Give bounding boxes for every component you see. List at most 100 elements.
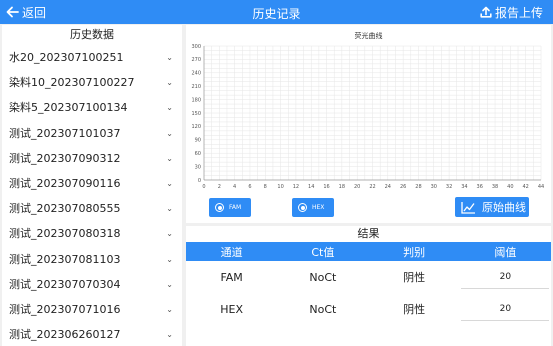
column-header-verdict: 判别: [368, 242, 460, 261]
x-tick-label: 42: [522, 184, 528, 190]
chevron-down-icon: ⌄: [166, 304, 173, 314]
chevron-down-icon: ⌄: [166, 178, 173, 188]
table-row: FAM NoCt 阴性: [186, 261, 551, 293]
list-item-label: 测试_202307080318: [9, 227, 121, 241]
x-tick-label: 10: [277, 184, 283, 190]
y-tick-label: 60: [195, 151, 201, 157]
results-table: 通道 Ct值 判别 阈值 FAM NoCt 阴性 HEX NoCt 阴性: [186, 242, 551, 325]
threshold-cell: [460, 261, 551, 293]
list-item[interactable]: 测试_202307090312 ⌄: [2, 146, 182, 171]
list-item[interactable]: 测试_202307080555 ⌄: [2, 196, 182, 221]
list-item[interactable]: 测试_202307071016 ⌄: [2, 297, 182, 322]
y-tick-label: 270: [191, 57, 201, 63]
x-tick-label: 18: [339, 184, 345, 190]
threshold-input[interactable]: [461, 265, 550, 289]
list-item-label: 染料5_202307100134: [9, 101, 128, 115]
verdict-cell: 阴性: [403, 303, 426, 316]
x-tick-label: 32: [446, 184, 452, 190]
threshold-input[interactable]: [461, 297, 550, 321]
y-tick-label: 90: [195, 138, 201, 144]
x-axis-ticks: 0 2 4 6 8 10 12 14 16 18 20 22 24 26 28 30 32 34 36 38 40 42 4…: [202, 184, 544, 190]
list-item[interactable]: 测试_202307101037 ⌄: [2, 121, 182, 146]
list-item[interactable]: 测试_202307070304 ⌄: [2, 272, 182, 297]
fam-channel-toggle[interactable]: FAM: [209, 198, 251, 217]
chevron-down-icon: ⌄: [166, 128, 173, 138]
ct-cell: NoCt: [309, 302, 337, 316]
list-item-label: 测试_202307071016: [9, 302, 121, 316]
line-chart-icon: [461, 201, 475, 214]
chart-panel: 荧光曲线 0 30 60 90 120 150 180 210 240 270 300 024681…: [186, 25, 551, 223]
list-item-label: 测试_202307070304: [9, 277, 121, 291]
column-header-threshold: 阈值: [459, 242, 551, 261]
list-item[interactable]: 测试_202306260127 ⌄: [2, 322, 182, 346]
top-bar: 返回 历史记录 报告上传: [0, 0, 553, 24]
x-tick-label: 30: [431, 184, 437, 190]
upload-icon: [480, 6, 492, 18]
y-tick-label: 120: [191, 124, 201, 130]
results-panel: 结果 通道 Ct值 判别 阈值 FAM NoCt 阴性 HEX NoCt 阴性: [186, 226, 551, 346]
y-tick-label: 0: [198, 178, 201, 184]
x-tick-label: 24: [385, 184, 391, 190]
back-arrow-icon: [6, 6, 19, 18]
list-item[interactable]: 测试_202307090116 ⌄: [2, 171, 182, 196]
history-list: 水20_202307100251 ⌄ 染料10_202307100227 ⌄ 染料5…: [2, 45, 182, 346]
list-item-label: 测试_202307090312: [9, 151, 121, 165]
raw-curve-button[interactable]: 原始曲线: [455, 197, 529, 217]
sidebar-title: 历史数据: [70, 28, 114, 41]
chart-grid: [203, 45, 542, 181]
hex-channel-label: HEX: [312, 204, 325, 211]
y-tick-label: 240: [191, 71, 201, 77]
page-title: 历史记录: [252, 7, 301, 21]
list-item-label: 测试_202307080555: [9, 202, 121, 216]
x-tick-label: 16: [323, 184, 329, 190]
x-tick-label: 4: [233, 184, 236, 190]
list-item[interactable]: 测试_202307080318 ⌄: [2, 221, 182, 246]
column-header-channel: 通道: [186, 242, 278, 261]
column-header-ct: Ct值: [277, 242, 369, 261]
verdict-cell: 阴性: [403, 271, 426, 284]
chevron-down-icon: ⌄: [166, 330, 173, 340]
y-tick-label: 210: [191, 84, 201, 90]
y-axis-ticks: 0 30 60 90 120 150 180 210 240 270 300: [191, 44, 201, 184]
x-tick-label: 0: [202, 184, 205, 190]
chevron-down-icon: ⌄: [166, 78, 173, 88]
y-tick-label: 30: [195, 164, 201, 170]
list-item[interactable]: 测试_202307081103 ⌄: [2, 247, 182, 272]
chevron-down-icon: ⌄: [166, 53, 173, 62]
list-item-label: 测试_202307081103: [9, 252, 121, 266]
radio-selected-icon: [215, 203, 224, 212]
report-upload-button[interactable]: 报告上传: [480, 3, 543, 21]
x-tick-label: 14: [308, 184, 314, 190]
list-item[interactable]: 染料5_202307100134 ⌄: [2, 95, 182, 120]
hex-channel-toggle[interactable]: HEX: [292, 198, 334, 217]
results-header-row: 通道 Ct值 判别 阈值: [186, 242, 551, 261]
x-tick-label: 20: [354, 184, 360, 190]
threshold-cell: [460, 293, 551, 325]
chevron-down-icon: ⌄: [166, 229, 173, 239]
fluorescence-chart: 0306090120150180210240270300 0 2 4 6 8 10 12 14…: [191, 44, 544, 190]
y-tick-label: 150: [191, 111, 201, 117]
x-tick-label: 8: [264, 184, 267, 190]
list-item[interactable]: 水20_202307100251 ⌄: [2, 45, 182, 70]
results-title: 结果: [357, 227, 380, 240]
x-tick-label: 34: [461, 184, 467, 190]
channel-cell: HEX: [220, 302, 243, 316]
list-item-label: 测试_202307101037: [9, 126, 121, 140]
x-tick-label: 12: [293, 184, 299, 190]
upload-label: 报告上传: [494, 5, 543, 20]
raw-curve-label: 原始曲线: [482, 201, 526, 214]
list-item[interactable]: 染料10_202307100227 ⌄: [2, 70, 182, 95]
chevron-down-icon: ⌄: [166, 254, 173, 264]
radio-selected-icon: [298, 203, 307, 212]
list-item-label: 水20_202307100251: [9, 51, 124, 64]
x-tick-label: 40: [507, 184, 513, 190]
chevron-down-icon: ⌄: [166, 204, 173, 214]
history-sidebar: 历史数据 水20_202307100251 ⌄ 染料10_202307100227…: [2, 25, 182, 346]
channel-cell: FAM: [220, 270, 243, 284]
x-tick-label: 22: [369, 184, 375, 190]
x-tick-label: 28: [415, 184, 421, 190]
fam-channel-label: FAM: [229, 204, 242, 211]
back-button[interactable]: 返回: [6, 3, 46, 21]
list-item-label: 染料10_202307100227: [9, 76, 135, 90]
y-tick-label: 300: [191, 44, 201, 50]
